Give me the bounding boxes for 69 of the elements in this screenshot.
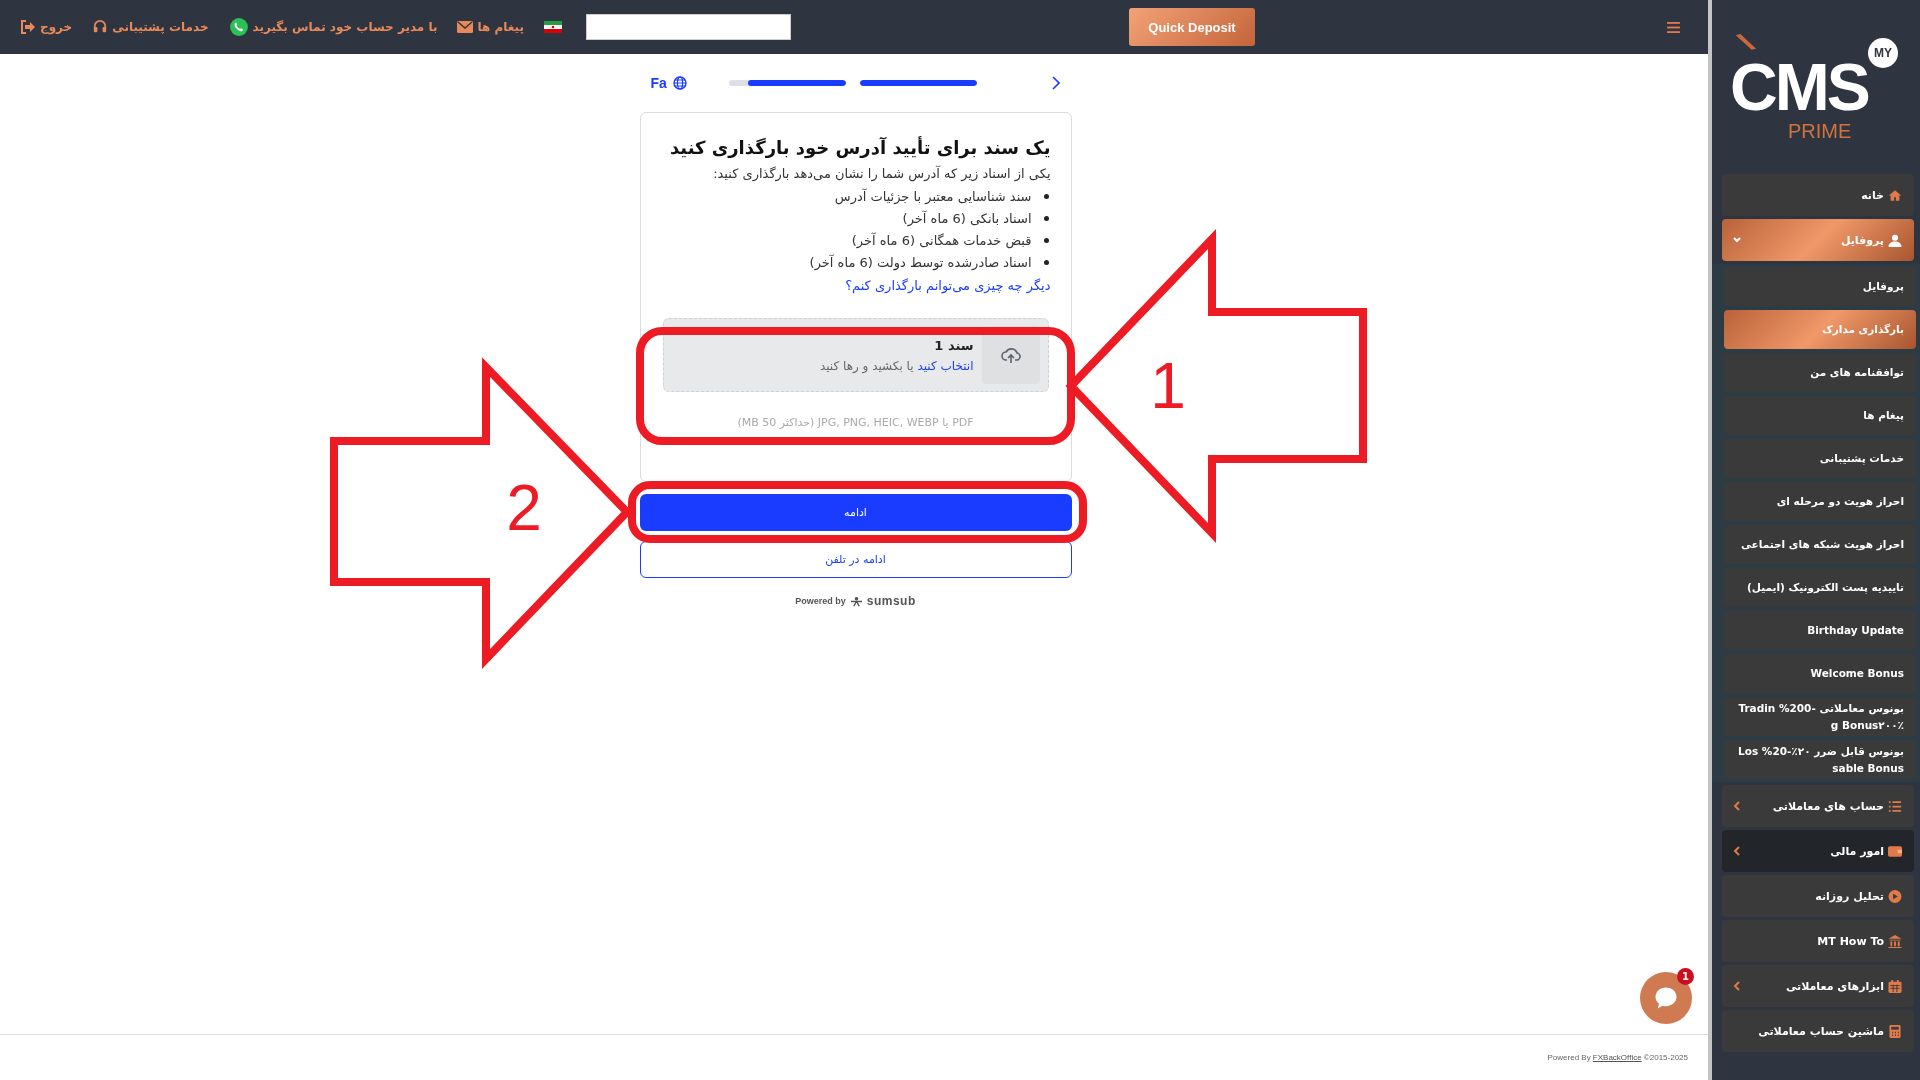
bank-icon bbox=[1888, 934, 1902, 948]
cloud-upload-icon bbox=[1000, 346, 1021, 364]
bullet-icon bbox=[1043, 238, 1049, 243]
chat-phone-icon bbox=[228, 17, 249, 37]
top-link[interactable]: با مدیر حساب خود تماس بگیرید bbox=[228, 17, 438, 37]
brand-name: sumsub bbox=[866, 594, 916, 608]
drop-hint: یا بکشید و رها کنید bbox=[819, 358, 914, 373]
wallet-icon bbox=[1888, 844, 1902, 858]
list-icon bbox=[1888, 799, 1902, 813]
menu-icon[interactable] bbox=[1667, 21, 1680, 33]
sidebar-item[interactable]: ابزارهای معاملاتی bbox=[1722, 965, 1914, 1007]
sidebar-item[interactable]: تحلیل روزانه bbox=[1722, 875, 1914, 917]
calculator-icon bbox=[1888, 1024, 1902, 1038]
home-icon bbox=[1888, 188, 1902, 202]
chevron-right-icon[interactable] bbox=[1051, 76, 1060, 90]
file-formats: PDF یا JPG, PNG, HEIC, WEBP (حداکثر 50 MB) bbox=[736, 416, 975, 429]
globe-icon bbox=[672, 76, 687, 90]
powered-by-label: Powered by bbox=[795, 596, 846, 606]
user-icon bbox=[1888, 233, 1902, 247]
bullet-icon bbox=[1043, 260, 1049, 265]
sidebar-subitem[interactable]: بونوس قابل ضرر ۲۰٪-20% Lossable Bonus bbox=[1724, 740, 1916, 779]
sidebar-subitem[interactable]: بونوس معاملاتی -200% Trading Bonus۲۰۰٪ bbox=[1724, 697, 1916, 736]
annotation-number: 2 bbox=[506, 472, 542, 544]
search-field[interactable] bbox=[585, 14, 791, 40]
choose-file-link[interactable]: انتخاب کنید bbox=[917, 358, 974, 373]
logout-icon bbox=[20, 20, 36, 34]
sidebar-subitem[interactable]: توافقنامه های من bbox=[1724, 353, 1916, 392]
sidebar-item[interactable]: خانه bbox=[1722, 174, 1914, 216]
document-type: قبض خدمات همگانی (6 ماه آخر) bbox=[851, 233, 1032, 248]
sidebar-subitem[interactable]: Welcome Bonus bbox=[1724, 654, 1916, 693]
unread-badge: 1 bbox=[1677, 968, 1694, 985]
footer-link[interactable]: FXBackOffice bbox=[1592, 1053, 1642, 1062]
bullet-icon bbox=[1043, 216, 1049, 221]
sidebar-subitem[interactable]: Birthday Update bbox=[1724, 611, 1916, 650]
language-button[interactable]: Fa bbox=[650, 75, 687, 91]
sidebar-subitem[interactable]: احراز هویت دو مرحله ای bbox=[1724, 482, 1916, 521]
sidebar-subitem[interactable]: پیغام ها bbox=[1724, 396, 1916, 435]
card-title: یک سند برای تأیید آدرس خود بارگذاری کنید bbox=[668, 137, 1051, 158]
sidebar-item[interactable]: امور مالی bbox=[1722, 830, 1914, 872]
logo-text: CMS bbox=[1730, 54, 1868, 120]
continue-button[interactable]: ادامه bbox=[639, 494, 1072, 531]
top-link[interactable]: پیغام ها bbox=[457, 20, 524, 34]
play-icon bbox=[1888, 889, 1902, 903]
flag-icon[interactable] bbox=[543, 21, 562, 33]
annotation-number: 1 bbox=[1150, 350, 1186, 422]
footer-text: Powered By FXBackOffice ©2015-2025 bbox=[1547, 1053, 1688, 1062]
card-subtitle: یکی از اسناد زیر که آدرس شما را نشان می‌دهد بارگذاری کنید: bbox=[712, 166, 1051, 181]
sidebar-subitem[interactable]: خدمات پشتیبانی bbox=[1724, 439, 1916, 478]
sidebar-item[interactable]: حساب های معاملاتی bbox=[1722, 785, 1914, 827]
top-link[interactable]: خروج bbox=[20, 20, 73, 34]
calendar-icon bbox=[1888, 979, 1902, 993]
help-link[interactable]: دیگر چه چیزی می‌توانم بارگذاری کنم؟ bbox=[845, 278, 1051, 293]
mail-icon bbox=[457, 20, 474, 34]
star-figure-icon bbox=[849, 595, 863, 607]
sidebar-item[interactable]: MT How To bbox=[1722, 920, 1914, 962]
sidebar-subitem[interactable]: تاییدیه پست الکترونیک (ایمیل) bbox=[1724, 568, 1916, 607]
document-type: اسناد صادرشده توسط دولت (6 ماه آخر) bbox=[809, 255, 1032, 270]
continue-on-phone-button[interactable]: ادامه در تلفن bbox=[639, 541, 1072, 578]
bullet-icon bbox=[1043, 194, 1049, 199]
top-link[interactable]: خدمات پشتیبانی bbox=[92, 20, 209, 34]
sidebar-subitem[interactable]: پروفایل bbox=[1724, 267, 1916, 306]
document-type: اسناد بانکی (6 ماه آخر) bbox=[902, 211, 1032, 226]
headset-icon bbox=[92, 20, 109, 34]
sidebar-subitem[interactable]: احراز هویت شبکه های اجتماعی bbox=[1724, 525, 1916, 564]
document-type: سند شناسایی معتبر با جزئیات آدرس bbox=[834, 189, 1032, 204]
sidebar-item[interactable]: ماشین حساب معاملاتی bbox=[1722, 1010, 1914, 1052]
logo-badge: MY bbox=[1868, 38, 1898, 68]
logo-subtitle: PRIME bbox=[1788, 120, 1852, 143]
document-title: سند 1 bbox=[933, 337, 974, 353]
